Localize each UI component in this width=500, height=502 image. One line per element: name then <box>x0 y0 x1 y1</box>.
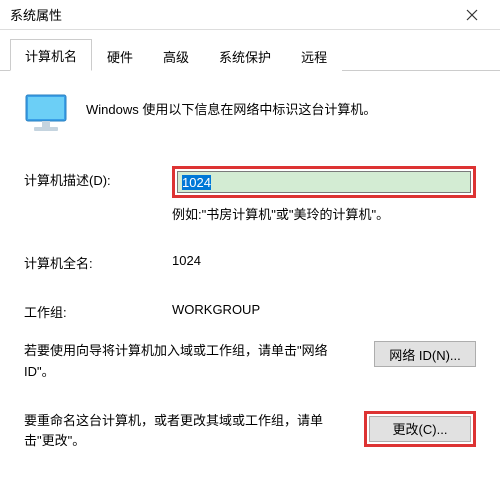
full-name-label: 计算机全名: <box>24 249 172 272</box>
workgroup-label: 工作组: <box>24 298 172 321</box>
change-row: 要重命名这台计算机，或者更改其域或工作组，请单击"更改"。 更改(C)... <box>24 411 476 453</box>
row-workgroup: 工作组: WORKGROUP <box>24 298 476 321</box>
workgroup-value: WORKGROUP <box>172 298 260 317</box>
window-title: 系统属性 <box>10 5 62 24</box>
intro-text: Windows 使用以下信息在网络中标识这台计算机。 <box>86 93 376 118</box>
tab-remote[interactable]: 远程 <box>286 40 342 71</box>
close-button[interactable] <box>452 1 492 29</box>
change-text: 要重命名这台计算机，或者更改其域或工作组，请单击"更改"。 <box>24 411 350 453</box>
tab-system-protection[interactable]: 系统保护 <box>204 40 286 71</box>
network-id-button[interactable]: 网络 ID(N)... <box>374 341 476 367</box>
full-name-value: 1024 <box>172 249 201 268</box>
description-label: 计算机描述(D): <box>24 166 172 189</box>
row-full-name: 计算机全名: 1024 <box>24 249 476 272</box>
change-highlight: 更改(C)... <box>364 411 476 447</box>
titlebar: 系统属性 <box>0 0 500 30</box>
tab-hardware[interactable]: 硬件 <box>92 40 148 71</box>
computer-icon <box>24 93 68 136</box>
network-id-text: 若要使用向导将计算机加入域或工作组，请单击"网络 ID"。 <box>24 341 360 383</box>
change-button[interactable]: 更改(C)... <box>369 416 471 442</box>
row-description: 计算机描述(D): <box>24 166 476 198</box>
tab-computer-name[interactable]: 计算机名 <box>10 39 92 71</box>
intro-row: Windows 使用以下信息在网络中标识这台计算机。 <box>24 93 476 136</box>
tabstrip: 计算机名 硬件 高级 系统保护 远程 <box>0 30 500 71</box>
description-highlight <box>172 166 476 198</box>
close-icon <box>466 9 478 21</box>
description-example: 例如:"书房计算机"或"美玲的计算机"。 <box>172 204 476 223</box>
network-id-row: 若要使用向导将计算机加入域或工作组，请单击"网络 ID"。 网络 ID(N)..… <box>24 341 476 383</box>
tab-advanced[interactable]: 高级 <box>148 40 204 71</box>
description-input[interactable] <box>177 171 471 193</box>
tab-panel: Windows 使用以下信息在网络中标识这台计算机。 计算机描述(D): 例如:… <box>0 71 500 462</box>
